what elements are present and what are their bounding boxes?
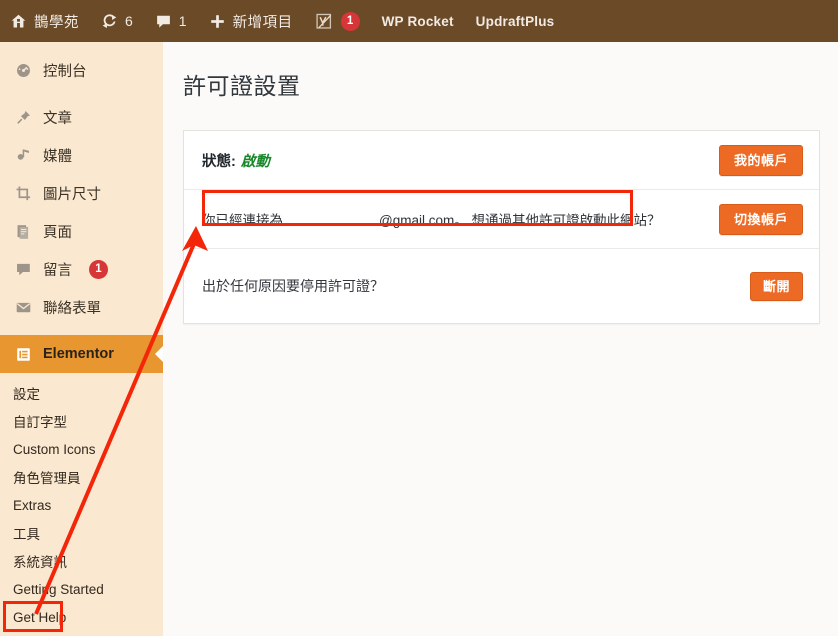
switch-account-button[interactable]: 切換帳戶 bbox=[718, 203, 803, 235]
site-name-label: 鵲學苑 bbox=[34, 14, 79, 31]
media-icon bbox=[13, 147, 33, 164]
dashboard-icon bbox=[13, 62, 33, 79]
sidebar-item-label: 留言 bbox=[43, 262, 72, 279]
submenu-item-get-help[interactable]: Get Help bbox=[0, 603, 163, 631]
submenu-item-getting-started[interactable]: Getting Started bbox=[0, 575, 163, 603]
admin-bar-yoast[interactable]: 1 bbox=[304, 0, 371, 42]
admin-bar-new-item[interactable]: 新增項目 bbox=[198, 0, 304, 42]
license-panel: 狀態: 啟動 我的帳戶 你已經連接為 @gmail.com。 想通過其他許可證啟動… bbox=[183, 130, 820, 324]
sidebar-item-media[interactable]: 媒體 bbox=[0, 136, 163, 174]
sidebar-item-comments[interactable]: 留言 1 bbox=[0, 250, 163, 288]
sidebar-item-contact-form[interactable]: 聯絡表單 bbox=[0, 288, 163, 326]
connected-email-suffix: @gmail.com。 bbox=[379, 213, 468, 228]
status-label: 狀態: bbox=[202, 153, 236, 170]
submenu-item-custom-fonts[interactable]: 自訂字型 bbox=[0, 407, 163, 435]
sidebar-item-dashboard[interactable]: 控制台 bbox=[0, 51, 163, 89]
admin-sidebar: 控制台 文章 媒體 圖片尺寸 頁面 留言 1 聯絡表單 Elementor 設定… bbox=[0, 42, 163, 636]
connected-account-text: 你已經連接為 @gmail.com。 想通過其他許可證啟動此網站？ bbox=[202, 209, 661, 229]
submenu-item-tools[interactable]: 工具 bbox=[0, 519, 163, 547]
page-title: 許可證設置 bbox=[183, 73, 301, 99]
yoast-icon bbox=[315, 12, 334, 31]
submenu-label: Getting Started bbox=[13, 581, 104, 597]
submenu-item-license[interactable]: 許可證 bbox=[0, 631, 163, 636]
submenu-label: 工具 bbox=[13, 527, 40, 542]
connected-account-row: 你已經連接為 @gmail.com。 想通過其他許可證啟動此網站？ 切換帳戶 bbox=[184, 190, 819, 249]
sidebar-item-label: 文章 bbox=[43, 110, 72, 127]
admin-bar-site-name[interactable]: 鵲學苑 bbox=[0, 0, 90, 42]
comment-icon bbox=[13, 261, 33, 278]
pin-icon bbox=[13, 109, 33, 126]
submenu-label: Extras bbox=[13, 497, 52, 513]
envelope-icon bbox=[13, 299, 33, 316]
my-account-button[interactable]: 我的帳戶 bbox=[718, 144, 803, 176]
sidebar-item-label: 控制台 bbox=[43, 63, 87, 80]
submenu-item-role-manager[interactable]: 角色管理員 bbox=[0, 463, 163, 491]
sidebar-item-label: 圖片尺寸 bbox=[43, 186, 101, 203]
elementor-icon bbox=[13, 346, 33, 363]
connected-prefix: 你已經連接為 bbox=[202, 213, 283, 228]
current-menu-pointer bbox=[155, 346, 163, 362]
submenu-label: 設定 bbox=[13, 387, 40, 402]
plus-icon bbox=[209, 13, 226, 30]
admin-bar-comments[interactable]: 1 bbox=[144, 0, 198, 42]
sidebar-item-label: Elementor bbox=[43, 346, 114, 362]
submenu-label: 自訂字型 bbox=[13, 415, 67, 430]
wp-rocket-label: WP Rocket bbox=[381, 13, 454, 29]
comment-icon bbox=[155, 13, 172, 30]
page-icon bbox=[13, 223, 33, 240]
status-badge: 啟動 bbox=[240, 153, 270, 170]
updraftplus-label: UpdraftPlus bbox=[475, 13, 555, 29]
admin-bar: 鵲學苑 6 1 新增項目 1 WP Rocket UpdraftPlus bbox=[0, 0, 838, 42]
submenu-item-custom-icons[interactable]: Custom Icons bbox=[0, 435, 163, 463]
submenu-label: Custom Icons bbox=[13, 441, 96, 457]
main-content: 許可證設置 狀態: 啟動 我的帳戶 你已經連接為 @gmail.com。 想通過其… bbox=[163, 42, 838, 636]
admin-bar-wp-rocket[interactable]: WP Rocket bbox=[371, 0, 465, 42]
deactivate-row: 出於任何原因要停用許可證？ 斷開 bbox=[184, 249, 819, 323]
sidebar-item-label: 媒體 bbox=[43, 148, 72, 165]
sidebar-item-elementor[interactable]: Elementor bbox=[0, 335, 163, 373]
submenu-label: 角色管理員 bbox=[13, 471, 81, 486]
sidebar-item-label: 聯絡表單 bbox=[43, 300, 101, 317]
submenu-item-system-info[interactable]: 系統資訊 bbox=[0, 547, 163, 575]
comments-count: 1 bbox=[178, 13, 187, 29]
crop-icon bbox=[13, 185, 33, 202]
comments-badge: 1 bbox=[89, 259, 108, 279]
status-row: 狀態: 啟動 我的帳戶 bbox=[184, 131, 819, 190]
admin-bar-updates[interactable]: 6 bbox=[90, 0, 144, 42]
yoast-badge: 1 bbox=[340, 11, 360, 31]
sidebar-item-pages[interactable]: 頁面 bbox=[0, 212, 163, 250]
sidebar-item-posts[interactable]: 文章 bbox=[0, 98, 163, 136]
updates-icon bbox=[101, 13, 118, 30]
submenu-item-extras[interactable]: Extras bbox=[0, 491, 163, 519]
new-item-label: 新增項目 bbox=[232, 14, 293, 31]
submenu-item-settings[interactable]: 設定 bbox=[0, 379, 163, 407]
submenu-label: 系統資訊 bbox=[13, 555, 67, 570]
switch-account-question: 想通過其他許可證啟動此網站？ bbox=[471, 213, 661, 228]
updates-count: 6 bbox=[125, 13, 133, 29]
deactivate-text: 出於任何原因要停用許可證？ bbox=[202, 278, 384, 294]
submenu-label: Get Help bbox=[13, 609, 67, 625]
sidebar-item-label: 頁面 bbox=[43, 224, 72, 241]
admin-bar-updraftplus[interactable]: UpdraftPlus bbox=[465, 0, 566, 42]
elementor-submenu: 設定 自訂字型 Custom Icons 角色管理員 Extras 工具 系統資… bbox=[0, 373, 163, 636]
sidebar-item-image-sizes[interactable]: 圖片尺寸 bbox=[0, 174, 163, 212]
disconnect-button[interactable]: 斷開 bbox=[749, 271, 803, 301]
home-icon bbox=[10, 13, 27, 30]
screen: 鵲學苑 6 1 新增項目 1 WP Rocket UpdraftPlus 控制台… bbox=[0, 0, 838, 636]
